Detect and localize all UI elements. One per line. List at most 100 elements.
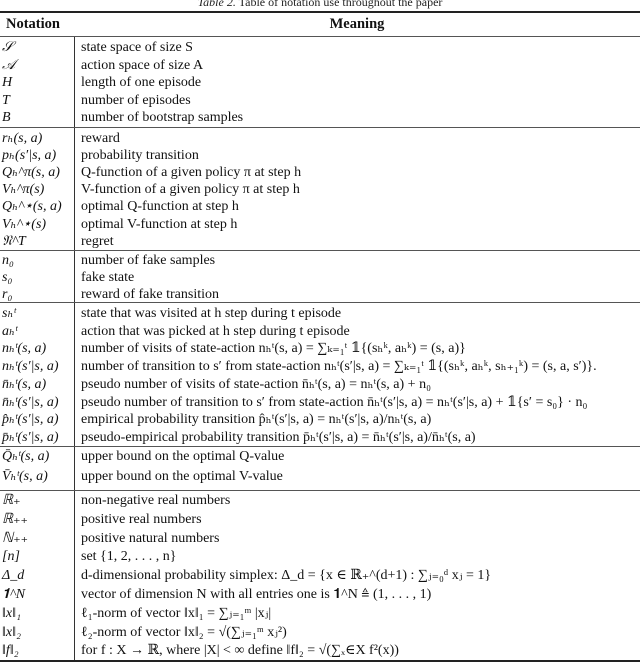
table-row: Qₕ^⋆(s, a) optimal Q-function at step h [0,198,640,216]
notation-symbol: [n] [2,549,20,565]
notation-symbol: Qₕ^π(s, a) [2,165,60,181]
table-row: ℝ₊₊ positive real numbers [0,511,640,529]
table-row: p̄ₕᵗ(s′|s, a) pseudo-empirical probabilit… [0,429,640,447]
notation-meaning: Q-function of a given policy π at step h [81,165,302,181]
notation-symbol: p̄ₕᵗ(s′|s, a) [2,429,59,445]
notation-meaning: probability transition [81,148,199,164]
notation-symbol: Δ_d [2,568,25,584]
notation-symbol: Vₕ^π(s) [2,182,45,198]
table-row: ‖f‖₂ for f : X → ℝ, where |X| < ∞ define … [0,642,640,660]
notation-symbol: Qₕ^⋆(s, a) [2,199,62,215]
notation-meaning: non-negative real numbers [81,493,231,508]
caption-text: Table of notation use throughout the pap… [238,0,443,9]
notation-meaning: number of fake samples [81,253,216,268]
notation-meaning: for f : X → ℝ, where |X| < ∞ define ‖f‖₂… [81,643,399,659]
notation-meaning: fake state [81,270,135,285]
notation-symbol: n̄ₕᵗ(s, a) [2,376,47,392]
table-row: nₕᵗ(s′|s, a) number of transition to s′ f… [0,358,640,376]
group-separator [0,490,640,491]
notation-meaning: optimal V-function at step h [81,216,238,232]
table-caption: Table 2. Table of notation use throughou… [0,0,640,9]
notation-meaning: length of one episode [81,75,202,91]
notation-meaning: regret [81,233,114,249]
notation-meaning: d-dimensional probability simplex: Δ_d =… [81,568,492,584]
notation-symbol: ℕ₊₊ [2,530,28,546]
bottom-rule [0,660,640,662]
notation-symbol: H [2,75,13,91]
table-row: Qₕ^π(s, a) Q-function of a given policy π… [0,164,640,182]
notation-symbol: 𝟏^N [2,587,26,602]
table-row: Q̄ₕᵗ(s, a) upper bound on the optimal Q-v… [0,448,640,466]
notation-meaning: upper bound on the optimal Q-value [81,449,285,464]
notation-meaning: V-function of a given policy π at step h [81,182,300,198]
notation-meaning: number of bootstrap samples [81,110,244,126]
notation-symbol: sₕᵗ [2,306,16,321]
table-row: s₀ fake state [0,269,640,287]
table-row: sₕᵗ state that was visited at h step duri… [0,305,640,323]
table-row: Vₕ^π(s) V-function of a given policy π at… [0,181,640,199]
notation-meaning: number of transition to s′ from state-ac… [81,359,597,375]
notation-meaning: action space of size A [81,57,204,73]
group-separator [0,250,640,251]
notation-symbol: ℝ₊ [2,493,21,508]
table-row: ℕ₊₊ positive natural numbers [0,530,640,548]
notation-symbol: nₕᵗ(s, a) [2,341,47,357]
notation-meaning: positive real numbers [81,511,202,527]
notation-symbol: n₀ [2,253,14,268]
notation-meaning: vector of dimension N with all entries o… [81,587,432,602]
table-row: V̄ₕᵗ(s, a) upper bound on the optimal V-v… [0,468,640,486]
notation-meaning: number of episodes [81,92,191,108]
notation-meaning: ℓ₂-norm of vector ‖x‖₂ = √(∑ⱼ₌₁ᵐ xⱼ²) [81,624,287,640]
notation-symbol: ‖x‖₂ [2,624,21,640]
notation-symbol: 𝔑^T [2,233,26,249]
notation-symbol: T [2,92,10,108]
table-row: 𝟏^N vector of dimension N with all entrie… [0,586,640,604]
notation-symbol: pₕ(s′|s, a) [2,148,57,164]
header-notation: Notation [6,16,60,32]
group-separator [0,446,640,447]
header-meaning: Meaning [329,16,385,32]
notation-meaning: state that was visited at h step during … [81,306,342,321]
table-row: aₕᵗ action that was picked at h step duri… [0,323,640,341]
table-row: n̄ₕᵗ(s, a) pseudo number of visits of sta… [0,376,640,394]
table-row: Bnumber of bootstrap samples [0,109,640,127]
notation-symbol: V̄ₕᵗ(s, a) [2,468,48,484]
table-row: rₕ(s, a) reward [0,130,640,148]
group-separator [0,302,640,303]
caption-label: Table 2. [197,0,236,9]
table-row: ℝ₊ non-negative real numbers [0,492,640,510]
table-row: 𝒮state space of size S [0,39,640,57]
notation-symbol: Vₕ^⋆(s) [2,216,47,232]
table-row: ‖x‖₁ ℓ₁-norm of vector ‖x‖₁ = ∑ⱼ₌₁ᵐ |xⱼ| [0,605,640,623]
notation-symbol: ℝ₊₊ [2,511,28,527]
table-row: ‖x‖₂ ℓ₂-norm of vector ‖x‖₂ = √(∑ⱼ₌₁ᵐ xⱼ²… [0,624,640,642]
table-row: Hlength of one episode [0,74,640,92]
table-row: Vₕ^⋆(s) optimal V-function at step h [0,216,640,234]
notation-meaning: optimal Q-function at step h [81,199,239,215]
table-row: 𝔑^T regret [0,233,640,251]
notation-meaning: pseudo number of transition to s′ from s… [81,394,588,410]
table-row: [n] set {1, 2, . . . , n} [0,548,640,566]
table-row: n̄ₕᵗ(s′|s, a) pseudo number of transition… [0,394,640,412]
notation-meaning: state space of size S [81,40,193,55]
notation-symbol: Q̄ₕᵗ(s, a) [2,449,50,464]
notation-symbol: B [2,110,11,126]
table-row: 𝒜action space of size A [0,57,640,75]
notation-symbol: ‖x‖₁ [2,605,21,621]
table-row: n₀ number of fake samples [0,252,640,270]
notation-symbol: 𝒜 [2,57,16,73]
header-rule [0,36,640,37]
notation-symbol: rₕ(s, a) [2,131,43,146]
table-row: Tnumber of episodes [0,92,640,110]
notation-symbol: 𝒮 [2,40,13,55]
notation-symbol: p̂ₕᵗ(s′|s, a) [2,412,59,428]
notation-meaning: set {1, 2, . . . , n} [81,549,177,565]
notation-meaning: upper bound on the optimal V-value [81,468,283,484]
notation-meaning: ℓ₁-norm of vector ‖x‖₁ = ∑ⱼ₌₁ᵐ |xⱼ| [81,605,272,621]
notation-symbol: n̄ₕᵗ(s′|s, a) [2,394,59,410]
notation-symbol: ‖f‖₂ [2,643,19,659]
table-row: pₕ(s′|s, a) probability transition [0,147,640,165]
notation-symbol: nₕᵗ(s′|s, a) [2,359,59,375]
top-rule [0,11,640,13]
notation-meaning: pseudo-empirical probability transition … [81,429,476,445]
